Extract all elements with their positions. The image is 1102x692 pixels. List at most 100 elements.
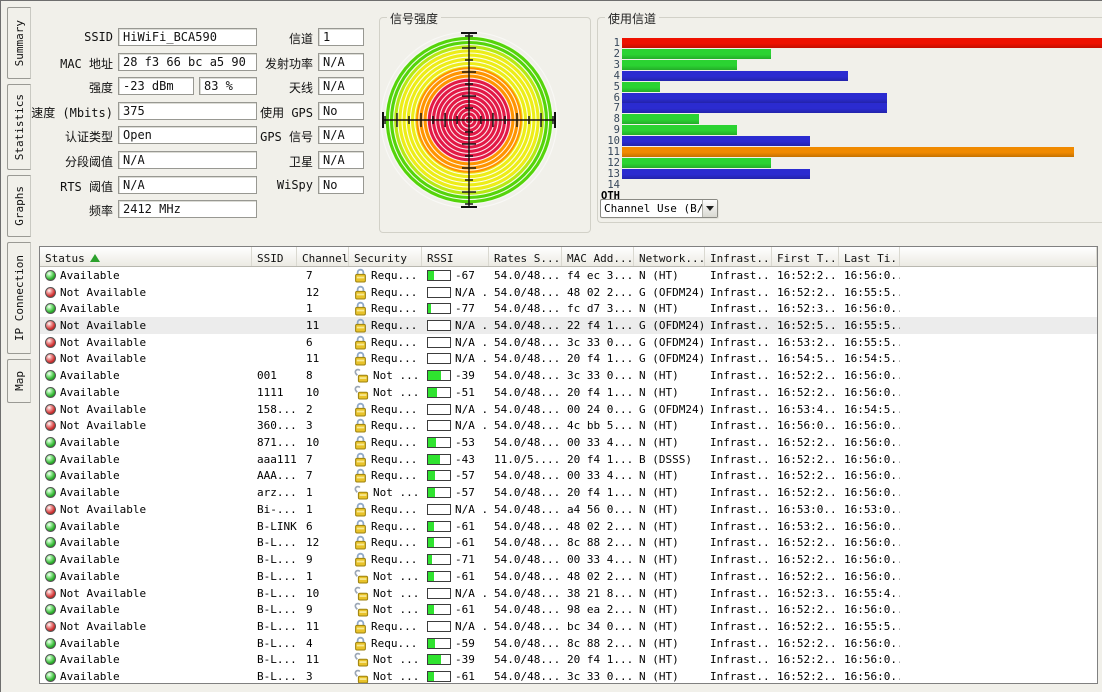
first-time-cell: 16:52:2... [772,286,839,299]
status-orb-red [45,353,56,365]
table-row[interactable]: Available B-L... 9 Not ... -61 54.0/48... 98 e… [40,601,1097,618]
last-time-text: 16:56:0... [844,469,900,483]
security-text: Requ... [371,352,418,366]
sidebar-tab-map[interactable]: Map [7,359,31,403]
infrastructure-text: Infrast... [710,586,772,600]
sidebar-tab-ip-connection[interactable]: IP Connection [7,242,31,354]
table-row[interactable]: Available B-L... 1 Not ... -61 54.0/48... 48 0… [40,568,1097,585]
infrastructure-cell: Infrast... [705,319,772,332]
table-row[interactable]: Not Available 11 Requ... N/A ... 54.0/48... 2… [40,317,1097,334]
lock-closed-icon [355,552,366,567]
channel-row: 2 [598,49,1102,59]
field-value[interactable]: N/A [318,126,364,145]
table-row[interactable]: Available B-L... 3 Not ... -61 54.0/48... 3c 3… [40,668,1097,684]
table-row[interactable]: Available B-L... 4 Requ... -59 54.0/48... 8c 8… [40,635,1097,652]
field-value[interactable]: 1 [318,28,364,46]
table-row[interactable]: Available B-L... 9 Requ... -71 54.0/48... 00 3… [40,551,1097,568]
table-row[interactable]: Available B-LINK 6 Requ... -61 54.0/48... 48 0… [40,518,1097,535]
ssid-text: 001 [257,369,277,383]
infrastructure-cell: Infrast... [705,553,772,566]
table-row[interactable]: Available arz... 1 Not ... -57 54.0/48... 20 f… [40,484,1097,501]
infrastructure-cell: Infrast... [705,587,772,600]
rssi-meter-fill [428,471,436,481]
rssi-meter [427,604,451,616]
security-text: Requ... [371,536,418,550]
rssi-text: -57 [455,469,475,483]
table-row[interactable]: Available B-L... 12 Requ... -61 54.0/48... 8c … [40,535,1097,552]
first-time-cell: 16:52:5... [772,319,839,332]
column-header-status[interactable]: Status [40,247,252,266]
table-row[interactable]: Available AAA... 7 Requ... -57 54.0/48... 00 3… [40,468,1097,485]
security-cell: Requ... [349,619,422,634]
channel-text: 11 [306,653,320,667]
table-row[interactable]: Available aaa111 7 Requ... -43 11.0/5.... 20 f… [40,451,1097,468]
channel-label: 11 [607,146,620,158]
table-row[interactable]: Not Available B-L... 11 Requ... N/A ... 54.0/… [40,618,1097,635]
ssid-cell: B-L... [252,570,297,583]
column-header-lastti[interactable]: Last Ti... [839,247,900,266]
column-header-ratess[interactable]: Rates S... [489,247,562,266]
channel-bar [622,38,1102,48]
first-time-text: 16:52:2... [777,636,839,650]
field-value[interactable]: N/A [318,52,364,71]
rssi-meter [427,671,451,683]
column-header-macadd[interactable]: MAC Add... [562,247,634,266]
table-row[interactable]: Not Available 158... 2 Requ... N/A ... 54.0/4… [40,401,1097,418]
column-header-firstt[interactable]: First T... [772,247,839,266]
form-label: 强度 [88,81,113,96]
first-time-cell: 16:52:2... [772,670,839,683]
status-orb-green [45,470,56,482]
field-value[interactable]: 2412 MHz [118,200,257,219]
field-value[interactable]: No [318,101,364,120]
status-text: Available [60,670,120,684]
lock-open-icon [354,669,369,683]
lock-closed-icon [355,302,366,316]
rssi-text: N/A ... [455,319,489,333]
mac-text: bc 34 0... [567,619,634,633]
table-row[interactable]: Available 7 Requ... -67 54.0/48... f4 ec 3...… [40,267,1097,284]
rssi-text: N/A ... [455,402,489,416]
column-header-channel[interactable]: Channel [297,247,349,266]
network-type-text: N (HT) [639,619,679,633]
channel-bar [622,168,810,179]
table-row[interactable]: Not Available 11 Requ... N/A ... 54.0/48... 2… [40,351,1097,368]
channel-use-selector[interactable]: Channel Use (B/G [600,199,718,218]
status-orb-red [45,336,56,348]
table-row[interactable]: Available 871... 10 Requ... -53 54.0/48... 00 … [40,434,1097,451]
table-row[interactable]: Available 1111 10 Not ... -51 54.0/48... 20 f4… [40,384,1097,401]
table-row[interactable]: Available 1 Requ... -77 54.0/48... fc d7 3...… [40,300,1097,317]
field-value[interactable]: N/A [318,151,364,169]
table-row[interactable]: Available 001 8 Not ... -39 54.0/48... 3c 33 0… [40,367,1097,384]
column-header-network[interactable]: Network... [634,247,705,266]
column-header-rssi[interactable]: RSSI [422,247,489,266]
infrastructure-cell: Infrast... [705,336,772,349]
mac-text: 00 24 0... [567,402,634,416]
column-header-ssid[interactable]: SSID [252,247,297,266]
channel-text: 7 [306,268,313,282]
channel-label: 5 [613,80,620,93]
column-header-security[interactable]: Security [349,247,422,266]
status-orb-green [45,671,56,683]
status-cell: Available [40,469,252,482]
table-row[interactable]: Not Available 6 Requ... N/A ... 54.0/48... 3c… [40,334,1097,351]
rssi-cell: N/A ... [422,336,489,349]
table-row[interactable]: Not Available Bi-... 1 Requ... N/A ... 54.0/4… [40,501,1097,518]
table-row[interactable]: Not Available B-L... 10 Not ... N/A ... 54.0/… [40,585,1097,602]
field-value[interactable]: -23 dBm [118,77,194,96]
dropdown-arrow-icon[interactable] [702,200,717,217]
channel-label: 9 [613,124,620,137]
rssi-meter [427,336,451,348]
last-time-text: 16:56:0... [844,302,900,316]
channel-bar-track [622,103,1102,114]
field-value[interactable]: N/A [318,77,364,96]
table-row[interactable]: Available B-L... 11 Not ... -39 54.0/48... 20 … [40,652,1097,669]
lock-closed-icon [355,285,366,300]
table-row[interactable]: Not Available 360... 3 Requ... N/A ... 54.0/4… [40,417,1097,434]
table-row[interactable]: Not Available 12 Requ... N/A ... 54.0/48... 4… [40,284,1097,301]
column-header-infrast[interactable]: Infrast... [705,247,772,266]
infrastructure-text: Infrast... [710,335,772,349]
last-time-cell: 16:55:5... [839,319,900,332]
field-value[interactable]: No [318,175,364,194]
status-cell: Available [40,603,252,616]
form-label: 使用 GPS [260,105,313,120]
